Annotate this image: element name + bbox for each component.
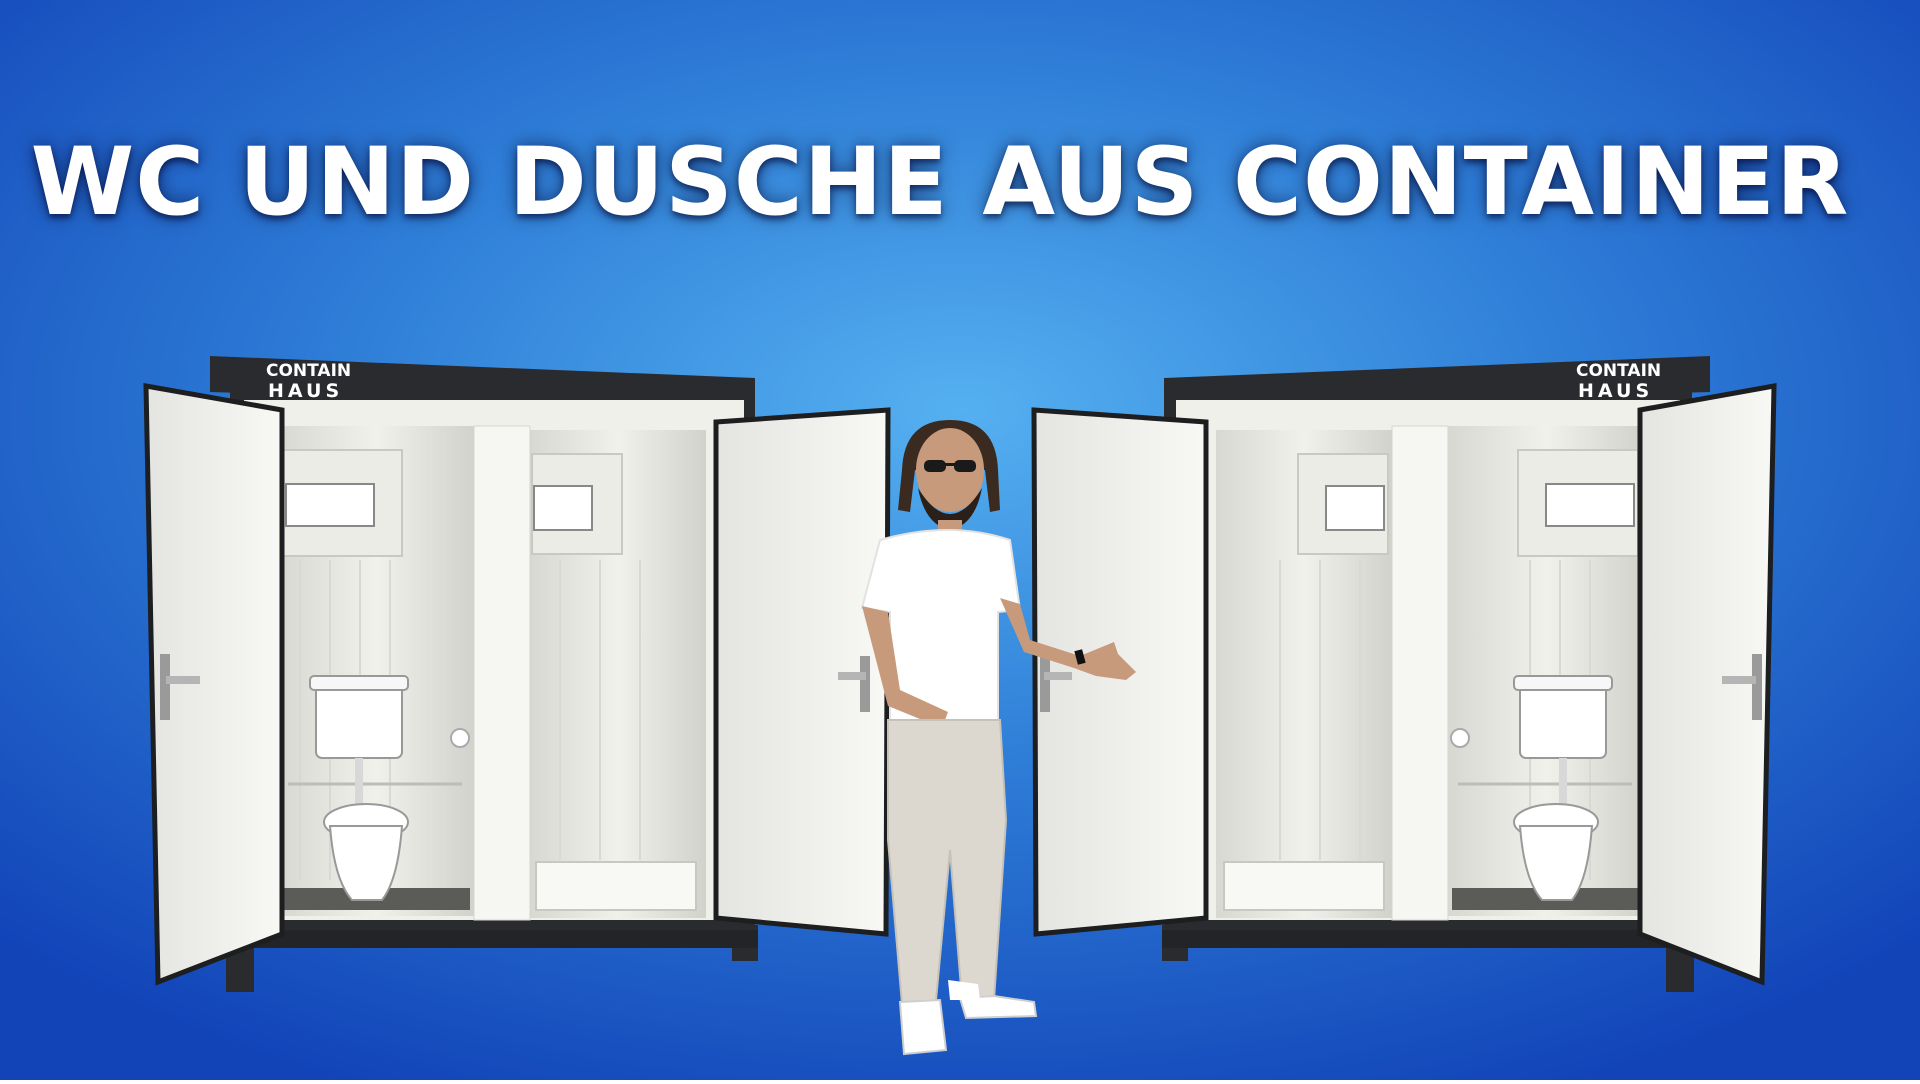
logo-line-2: HAUS [268,380,343,402]
thumbnail-canvas: CONTAIN HAUS CONTAIN HAUS WC UND DUSCHE … [0,0,1920,1080]
logo-line-1: CONTAIN [266,361,351,381]
logo-line-1: CONTAIN [1576,361,1661,381]
container-right: CONTAIN HAUS [1031,356,1777,992]
toilet-cabin-left [278,426,474,916]
door-left-wc [143,383,285,986]
brand-logo-left: CONTAIN HAUS [266,361,351,402]
door-left-shower [713,407,891,937]
shower-cabin-left [530,430,706,918]
container-left: CONTAIN HAUS [143,356,891,992]
toilet-cabin-right [1448,426,1644,916]
logo-line-2: HAUS [1578,380,1653,402]
door-right-wc [1637,383,1777,986]
shower-cabin-right [1216,430,1392,918]
brand-logo-right: CONTAIN HAUS [1576,361,1661,402]
headline-title: WC UND DUSCHE AUS CONTAINER [30,128,1850,237]
